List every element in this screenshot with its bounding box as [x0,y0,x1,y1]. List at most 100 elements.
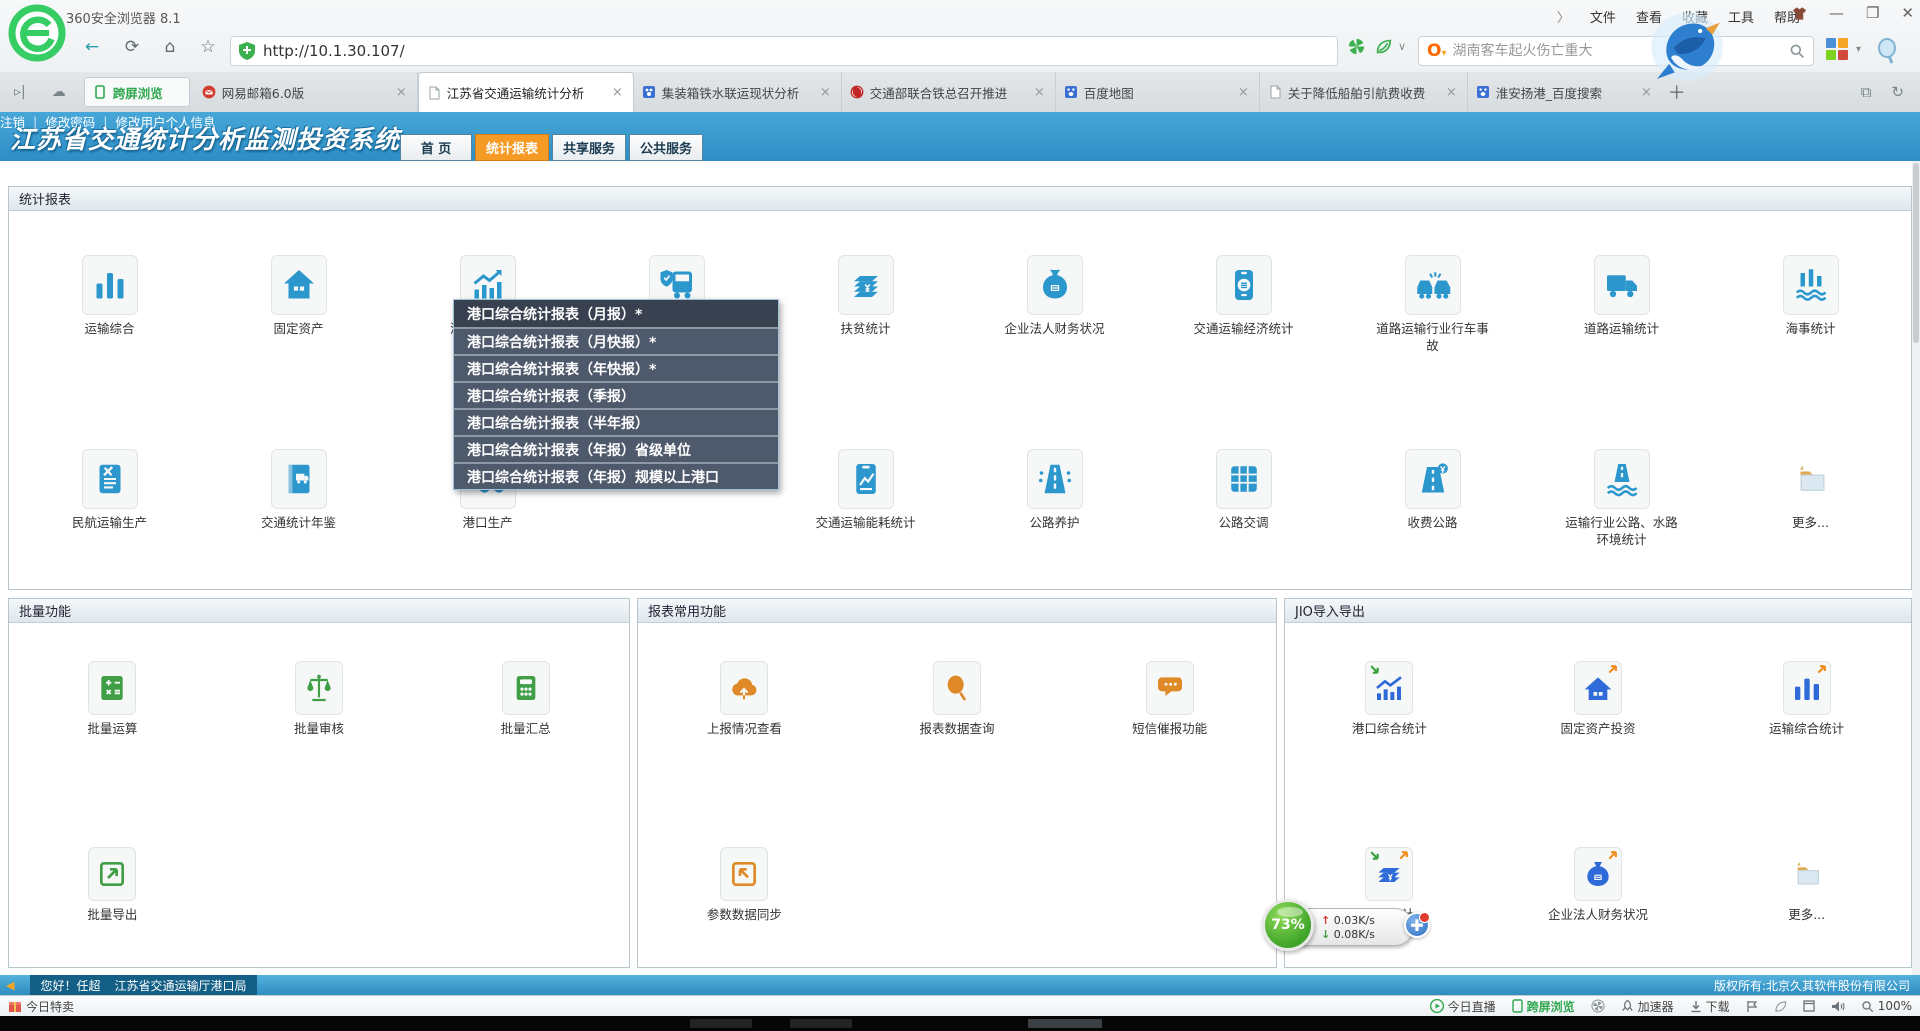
grid-item-label: 运输行业公路、水路环境统计 [1562,515,1682,549]
menu-item-monthly-flash[interactable]: 港口综合统计报表（月快报）* [454,327,778,354]
sidebar-toggle-icon[interactable]: ▹| [14,84,26,100]
panel-item[interactable]: 报表数据查询 [851,661,1064,738]
nav-public-services-tab[interactable]: 公共服务 [629,134,703,161]
bird-mascot-icon[interactable] [1612,0,1762,94]
tab-baidu-map[interactable]: 百度地图 × [1056,72,1260,112]
skin-icon[interactable] [1792,6,1807,20]
live-item[interactable]: 今日直播 [1430,998,1496,1015]
panel-item[interactable]: 参数数据同步 [638,847,851,924]
grid-item[interactable]: 固定资产 [204,255,393,355]
tab-cross-screen[interactable]: 跨屏浏览 [84,77,190,107]
search-magnifier-icon[interactable] [1789,43,1805,59]
fan-icon[interactable] [1591,999,1605,1013]
speaker-icon[interactable] [1831,1000,1845,1013]
grid-item[interactable]: 交通统计年鉴 [204,449,393,549]
maximize-button[interactable]: ❐ [1866,4,1879,22]
tab-close-icon[interactable]: × [1444,85,1459,100]
menu-item-quarterly[interactable]: 港口综合统计报表（季报） [454,381,778,408]
tab-container-rail[interactable]: 集装箱铁水联运现状分析 × [634,72,842,112]
app-grid-dropdown-icon[interactable]: ▾ [1856,44,1861,55]
tab-netease-mail[interactable]: 网易邮箱6.0版 × [194,72,418,112]
menu-item-annual-major-ports[interactable]: 港口综合统计报表（年报）规模以上港口 [454,462,778,489]
recently-closed-icon[interactable]: ↻ [1891,83,1904,101]
search-engine-icon[interactable]: O▾ [1427,41,1446,61]
grid-item[interactable]: 民航运输生产 [15,449,204,549]
grid-item[interactable]: 道路运输行业行车事故 [1338,255,1527,355]
page-magnifier-icon[interactable] [1876,38,1898,64]
site-safety-shield-icon[interactable] [239,42,255,60]
grid-item[interactable]: 海事统计 [1716,255,1905,355]
grid-item[interactable]: 交通运输经济统计 [1149,255,1338,355]
grid-item[interactable]: 收费公路 [1338,449,1527,549]
favorite-star-button[interactable]: ☆ [194,33,222,61]
minimize-button[interactable]: — [1829,4,1844,22]
panel-item[interactable]: 批量运算 [9,661,216,738]
leaf-icon[interactable] [1375,38,1392,55]
grid-item[interactable]: 公路养护 [960,449,1149,549]
browser-logo-icon[interactable] [8,4,66,62]
close-button[interactable]: ✕ [1901,4,1914,22]
taskbar-thumb[interactable] [690,1019,752,1028]
pinwheel-icon[interactable] [1348,38,1365,55]
tab-close-icon[interactable]: × [610,85,625,100]
grid-item[interactable]: 交通运输能耗统计 [771,449,960,549]
panel-item[interactable]: 批量审核 [216,661,423,738]
tab-pilotage-fee[interactable]: 关于降低船舶引航费收费 × [1260,72,1468,112]
network-speed-widget[interactable]: ↑ 0.03K/s ↓ 0.08K/s 73% ✚ [1262,899,1442,953]
panel-item[interactable]: 批量汇总 [422,661,629,738]
add-accelerate-button[interactable]: ✚ [1404,912,1430,938]
zoom-level-item[interactable]: 100% [1861,999,1912,1013]
tab-list-icon[interactable]: ⧉ [1861,83,1872,101]
grid-item[interactable]: 道路运输统计 [1527,255,1716,355]
nav-shared-services-tab[interactable]: 共享服务 [552,134,626,161]
download-speed: 0.08K/s [1334,928,1375,941]
url-input[interactable] [263,42,1329,60]
collapse-arrow-icon[interactable]: ◀ [6,979,14,992]
taskbar-thumb[interactable] [790,1019,852,1028]
menu-item-annual-flash[interactable]: 港口综合统计报表（年快报）* [454,354,778,381]
tab-close-icon[interactable]: × [1236,85,1251,100]
panel-item[interactable]: 更多... [1702,847,1911,924]
grid-item[interactable]: 企业法人财务状况 [960,255,1149,355]
cross-screen-item[interactable]: 跨屏浏览 [1512,998,1575,1015]
speed-percent-badge[interactable]: 73% [1262,899,1314,951]
grid-item[interactable]: 扶贫统计 [771,255,960,355]
tab-ministry-rail[interactable]: 交通部联合铁总召开推进 × [842,72,1056,112]
url-dropdown-icon[interactable]: ∨ [1398,40,1406,53]
grid-item[interactable]: 更多... [1716,449,1905,549]
panel-item[interactable]: 上报情况查看 [638,661,851,738]
panel-item[interactable]: 短信催报功能 [1063,661,1276,738]
taskbar-thumb[interactable] [1028,1019,1102,1028]
back-button[interactable]: ← [78,33,106,61]
tab-jiangsu-stats[interactable]: 江苏省交通运输统计分析 × [418,72,634,112]
nav-home-tab[interactable]: 首 页 [400,134,472,161]
tab-close-icon[interactable]: × [394,85,409,100]
grid-item[interactable]: 公路交调 [1149,449,1338,549]
restore-tabs-cloud-icon[interactable]: ☁ [52,84,66,100]
panel-item[interactable]: 企业法人财务状况 [1494,847,1703,924]
chevron-right-icon[interactable]: 〉 [1557,7,1570,26]
flag-icon[interactable] [1746,1000,1758,1013]
panel-item[interactable]: 批量导出 [9,847,216,924]
app-grid-icon[interactable] [1826,38,1852,64]
grid-item[interactable]: 运输综合 [15,255,204,355]
address-bar[interactable] [230,36,1338,66]
panel-item[interactable]: 港口综合统计 [1285,661,1494,738]
tab-close-icon[interactable]: × [1032,85,1047,100]
panel-item[interactable]: 固定资产投资 [1494,661,1703,738]
menu-item-semiannual[interactable]: 港口综合统计报表（半年报） [454,408,778,435]
window-icon[interactable] [1803,1000,1815,1012]
page-scrollbar[interactable] [1912,161,1920,975]
booster-item[interactable]: 加速器 [1621,998,1674,1015]
tab-close-icon[interactable]: × [818,85,833,100]
refresh-button[interactable]: ⟳ [118,33,146,61]
daily-deal-item[interactable]: 今日特卖 [8,998,74,1015]
nav-stats-report-tab[interactable]: 统计报表 [475,134,549,161]
panel-item[interactable]: 运输综合统计 [1702,661,1911,738]
menu-item-monthly[interactable]: 港口综合统计报表（月报）* [454,300,778,327]
menu-item-annual-provincial[interactable]: 港口综合统计报表（年报）省级单位 [454,435,778,462]
download-item[interactable]: 下载 [1690,998,1730,1015]
grid-item[interactable]: 运输行业公路、水路环境统计 [1527,449,1716,549]
home-button[interactable]: ⌂ [156,33,184,61]
leaf-icon[interactable] [1774,1000,1787,1013]
